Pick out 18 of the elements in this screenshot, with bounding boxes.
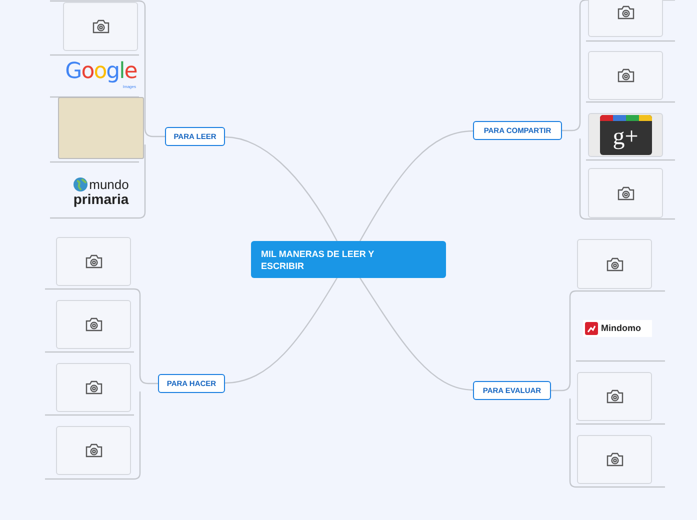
camera-icon bbox=[84, 380, 102, 395]
camera-icon bbox=[606, 256, 624, 272]
camera-icon bbox=[616, 68, 634, 83]
camera-icon bbox=[606, 452, 624, 467]
logo-text: mundo bbox=[89, 178, 129, 191]
globe-icon bbox=[73, 177, 88, 192]
logo-text: Mindomo bbox=[601, 322, 641, 335]
camera-icon bbox=[84, 254, 102, 269]
camera-icon bbox=[84, 443, 102, 458]
camera-icon bbox=[616, 5, 634, 20]
camera-icon bbox=[616, 186, 634, 200]
camera-icon bbox=[606, 389, 624, 404]
logo-text: primaria bbox=[73, 192, 129, 206]
logo-text: g+ bbox=[612, 123, 640, 152]
central-topic[interactable]: MIL MANERAS DE LEER Y ESCRIBIR bbox=[251, 241, 446, 278]
camera-icon bbox=[84, 317, 102, 332]
logo-text: Google bbox=[65, 60, 137, 84]
camera-icon bbox=[92, 19, 110, 34]
